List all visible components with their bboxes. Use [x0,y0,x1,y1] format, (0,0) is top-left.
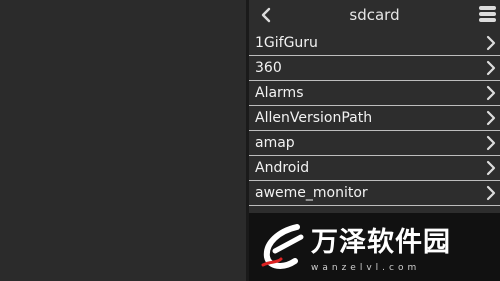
folder-row[interactable]: 1GifGuru [249,31,500,56]
watermark-banner: 万泽软件园 wanzelvl.com [249,213,500,281]
folder-row[interactable]: 360 [249,56,500,81]
folder-name: AllenVersionPath [255,110,373,126]
chevron-right-icon [486,60,496,76]
watermark-title: 万泽软件园 [311,227,451,258]
folder-name: 360 [255,60,282,76]
menu-button[interactable] [479,6,497,24]
folder-list: 1GifGuru 360 Alarms AllenVersionPath amap And… [249,31,500,206]
app-screen: sdcard 1GifGuru 360 Alarms AllenVersionPath… [0,0,500,281]
chevron-left-icon [261,7,271,23]
folder-row[interactable]: Android [249,156,500,181]
folder-name: amap [255,135,295,151]
folder-row[interactable]: AllenVersionPath [249,106,500,131]
chevron-right-icon [486,85,496,101]
watermark-url: wanzelvl.com [311,263,421,273]
chevron-right-icon [486,35,496,51]
folder-name: Android [255,160,310,176]
header-bar: sdcard [249,0,500,31]
back-button[interactable] [255,4,277,26]
chevron-right-icon [486,185,496,201]
chevron-right-icon [486,135,496,151]
page-title: sdcard [349,6,400,24]
chevron-right-icon [486,160,496,176]
folder-name: Alarms [255,85,304,101]
folder-name: 1GifGuru [255,35,318,51]
folder-name: aweme_monitor [255,185,368,201]
folder-row[interactable]: amap [249,131,500,156]
hamburger-menu-icon [479,6,497,22]
watermark-logo-icon [261,224,304,269]
chevron-right-icon [486,110,496,126]
folder-row[interactable]: Alarms [249,81,500,106]
folder-row[interactable]: aweme_monitor [249,181,500,206]
left-pane [0,0,246,281]
